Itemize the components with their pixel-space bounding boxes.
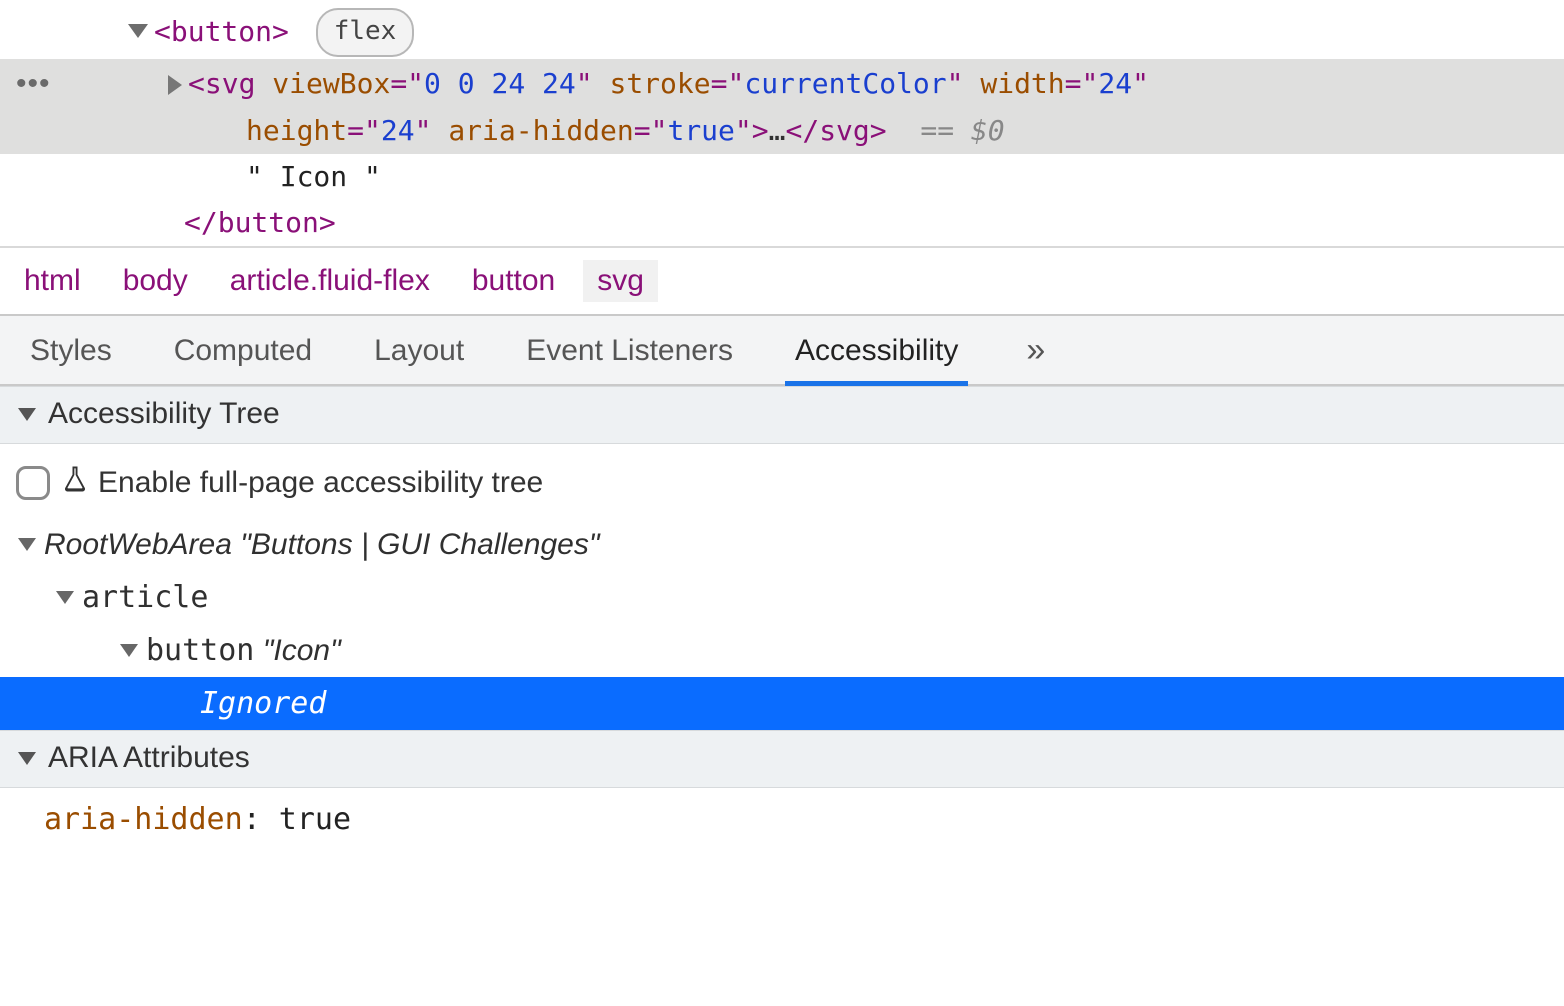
role: button xyxy=(146,628,254,673)
breadcrumb-item[interactable]: article.fluid-flex xyxy=(230,264,430,298)
enable-label: Enable full-page accessibility tree xyxy=(98,466,543,500)
chevron-down-icon xyxy=(56,591,74,604)
section-title: ARIA Attributes xyxy=(48,741,250,775)
dom-node-svg-cont[interactable]: height="24" aria-hidden="true">…</svg> =… xyxy=(0,108,1564,154)
dom-breadcrumb: html body article.fluid-flex button svg xyxy=(0,246,1564,314)
accessible-name: "Icon" xyxy=(263,628,341,673)
checkbox[interactable] xyxy=(16,466,50,500)
tab-computed[interactable]: Computed xyxy=(170,316,316,384)
text-node-content: " Icon " xyxy=(246,160,381,193)
dom-tree: <button> flex ••• <svg viewBox="0 0 24 2… xyxy=(0,0,1564,246)
dom-node-svg[interactable]: ••• <svg viewBox="0 0 24 24" stroke="cur… xyxy=(0,59,1564,108)
chevron-down-icon xyxy=(120,644,138,657)
breadcrumb-item[interactable]: body xyxy=(123,264,188,298)
chevron-down-icon xyxy=(18,408,36,421)
ignored-label: Ignored xyxy=(200,681,326,726)
section-header-aria-attributes[interactable]: ARIA Attributes xyxy=(0,730,1564,788)
tab-styles[interactable]: Styles xyxy=(26,316,116,384)
disclosure-triangle-icon[interactable] xyxy=(128,24,148,38)
aria-attributes-list: aria-hidden: true xyxy=(0,788,1564,853)
flask-icon xyxy=(60,464,90,502)
section-title: Accessibility Tree xyxy=(48,397,280,431)
svg-ellipsis: … xyxy=(769,114,786,147)
ellipsis-icon[interactable]: ••• xyxy=(16,61,51,106)
enable-full-page-tree-row[interactable]: Enable full-page accessibility tree xyxy=(0,456,1564,518)
dom-text-node[interactable]: " Icon " xyxy=(0,154,1564,200)
a11y-node-article[interactable]: article xyxy=(0,571,1564,624)
a11y-node-root[interactable]: RootWebArea "Buttons | GUI Challenges" xyxy=(0,518,1564,571)
chevron-down-icon xyxy=(18,538,36,551)
console-ref: == $0 xyxy=(920,114,1004,147)
flex-badge[interactable]: flex xyxy=(316,8,415,57)
svg-close: </svg> xyxy=(785,114,886,147)
a11y-node-button[interactable]: button "Icon" xyxy=(0,624,1564,677)
breadcrumb-item[interactable]: button xyxy=(472,264,555,298)
panel-tabs: Styles Computed Layout Event Listeners Acces… xyxy=(0,314,1564,386)
accessible-name: "Buttons | GUI Challenges" xyxy=(240,522,599,567)
aria-attribute-row: aria-hidden: true xyxy=(0,788,1564,853)
breadcrumb-item[interactable]: svg xyxy=(583,260,658,302)
tab-layout[interactable]: Layout xyxy=(370,316,468,384)
dom-node-button-close[interactable]: </button> xyxy=(0,200,1564,246)
tabs-overflow[interactable]: » xyxy=(1016,319,1055,382)
tab-accessibility[interactable]: Accessibility xyxy=(791,316,962,384)
role: article xyxy=(82,575,208,620)
section-header-accessibility-tree[interactable]: Accessibility Tree xyxy=(0,386,1564,444)
chevron-down-icon xyxy=(18,752,36,765)
disclosure-triangle-icon[interactable] xyxy=(168,75,182,95)
a11y-node-ignored[interactable]: Ignored xyxy=(0,677,1564,730)
dom-node-button-open[interactable]: <button> flex xyxy=(0,6,1564,59)
accessibility-tree-body: Enable full-page accessibility tree Root… xyxy=(0,444,1564,730)
tag-button-open: <button> xyxy=(154,15,289,48)
tag-button-close: </button> xyxy=(184,206,336,239)
svg-open: <svg xyxy=(188,67,255,100)
tab-event-listeners[interactable]: Event Listeners xyxy=(522,316,737,384)
role: RootWebArea xyxy=(44,528,232,561)
breadcrumb-item[interactable]: html xyxy=(24,264,81,298)
